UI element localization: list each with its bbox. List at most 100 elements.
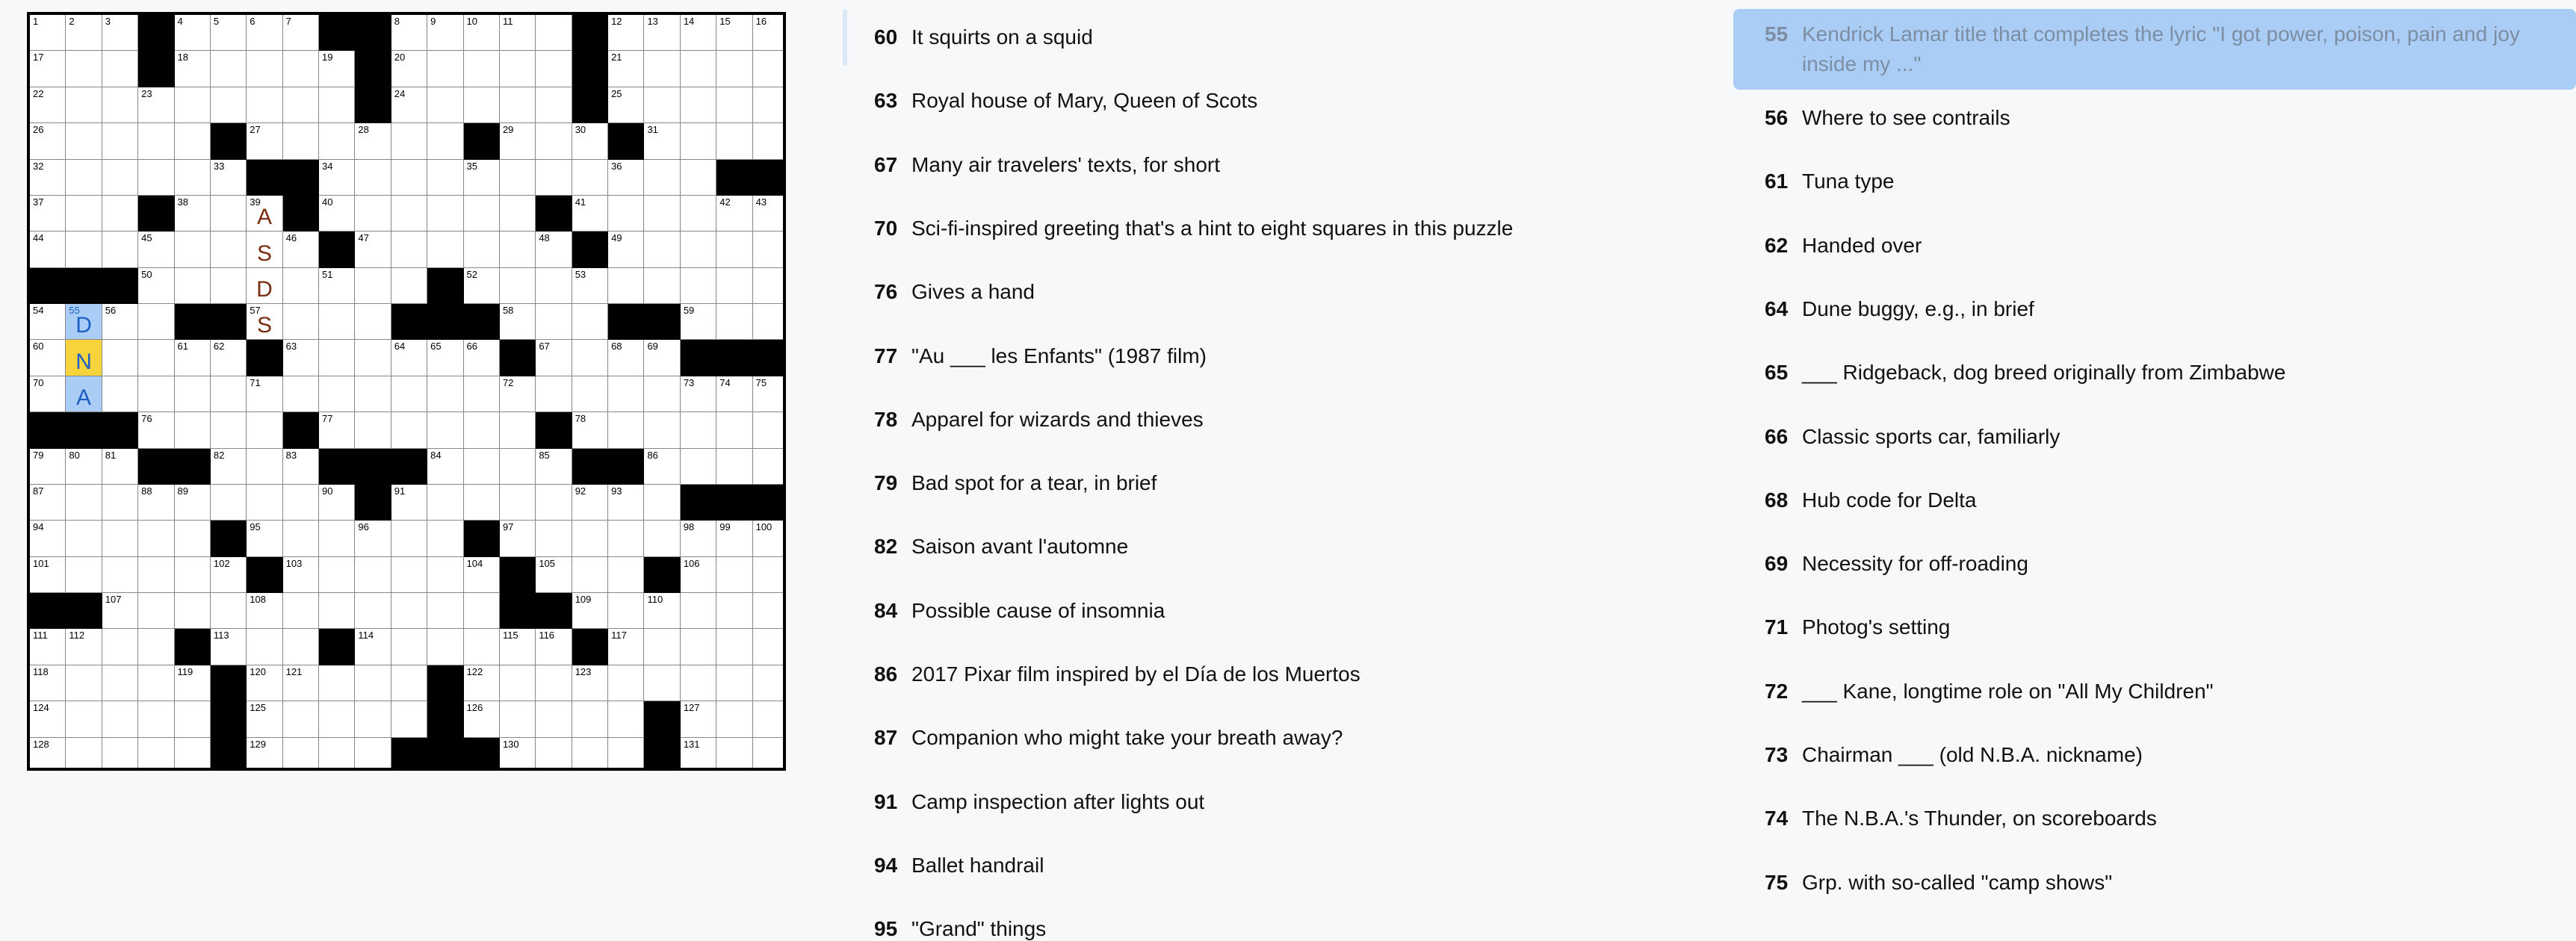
grid-cell[interactable] (427, 195, 464, 232)
clue-item[interactable]: 82 Saison avant l'automne (843, 532, 1608, 562)
grid-cell[interactable] (499, 665, 536, 702)
grid-cell[interactable] (572, 376, 609, 413)
grid-cell[interactable] (463, 376, 500, 413)
grid-cell[interactable] (716, 448, 753, 485)
grid-cell[interactable]: 81 (102, 448, 139, 485)
grid-cell[interactable] (427, 412, 464, 449)
grid-cell[interactable]: 41 (572, 195, 609, 232)
grid-cell[interactable] (247, 412, 283, 449)
clue-item[interactable]: 61 Tuna type (1733, 167, 2576, 196)
grid-cell[interactable] (680, 87, 717, 124)
grid-cell[interactable] (66, 123, 102, 160)
grid-cell[interactable] (427, 87, 464, 124)
grid-cell[interactable]: 104 (463, 556, 500, 594)
grid-cell[interactable] (427, 521, 464, 557)
clue-item[interactable]: 63 Royal house of Mary, Queen of Scots (843, 86, 1608, 116)
grid-cell[interactable]: 123 (572, 665, 609, 702)
grid-cell[interactable] (282, 521, 320, 557)
grid-cell[interactable] (355, 665, 391, 702)
grid-cell[interactable] (102, 665, 139, 702)
grid-cell[interactable]: 80 (66, 448, 102, 485)
grid-cell[interactable]: 71 (247, 376, 283, 413)
grid-cell[interactable] (174, 593, 211, 630)
grid-cell[interactable]: 29 (499, 123, 536, 160)
grid-cell[interactable]: 82 (210, 448, 247, 485)
grid-cell[interactable]: 89 (174, 484, 211, 521)
grid-cell[interactable] (427, 159, 464, 196)
grid-cell[interactable] (463, 448, 500, 485)
clue-item[interactable]: 84 Possible cause of insomnia (843, 596, 1608, 626)
grid-cell[interactable] (536, 701, 572, 738)
grid-cell[interactable] (680, 629, 717, 665)
grid-cell[interactable]: 56 (102, 304, 139, 341)
clue-item[interactable]: 77 "Au ___ les Enfants" (1987 film) (843, 341, 1608, 371)
grid-cell[interactable] (102, 484, 139, 521)
grid-cell[interactable]: 74 (716, 376, 753, 413)
grid-cell[interactable] (572, 340, 609, 376)
grid-cell[interactable] (572, 159, 609, 196)
grid-cell[interactable] (716, 556, 753, 594)
grid-cell[interactable]: 129 (247, 737, 283, 768)
grid-cell[interactable] (499, 267, 536, 305)
grid-cell[interactable]: 77 (319, 412, 356, 449)
grid-cell[interactable]: 76 (138, 412, 175, 449)
clue-item[interactable]: 71 Photog's setting (1733, 612, 2576, 642)
grid-cell[interactable]: 114 (355, 629, 391, 665)
grid-cell[interactable]: 59 (680, 304, 717, 341)
grid-cell[interactable] (355, 376, 391, 413)
grid-cell[interactable] (716, 232, 753, 268)
grid-cell[interactable]: 73 (680, 376, 717, 413)
grid-cell[interactable]: 18 (174, 51, 211, 87)
grid-cell[interactable]: 4 (174, 15, 211, 52)
across-clue-list[interactable]: 60 It squirts on a squid 63 Royal house of … (843, 9, 1608, 941)
grid-cell[interactable] (427, 376, 464, 413)
grid-cell[interactable]: 105 (536, 556, 572, 594)
grid-cell[interactable] (138, 593, 175, 630)
grid-cell[interactable]: 16 (752, 15, 783, 52)
grid-cell[interactable] (247, 87, 283, 124)
grid-cell[interactable]: 83 (282, 448, 320, 485)
grid-cell[interactable] (680, 159, 717, 196)
grid-cell[interactable]: 113 (210, 629, 247, 665)
grid-cell[interactable] (66, 51, 102, 87)
grid-cell[interactable] (536, 665, 572, 702)
grid-cell[interactable] (102, 123, 139, 160)
grid-cell[interactable] (608, 521, 645, 557)
grid-cell[interactable] (66, 484, 102, 521)
grid-cell[interactable] (391, 593, 428, 630)
grid-cell[interactable]: 30 (572, 123, 609, 160)
grid-cell[interactable]: 124 (30, 701, 66, 738)
grid-cell[interactable] (66, 159, 102, 196)
grid-cell[interactable]: 92 (572, 484, 609, 521)
grid-cell[interactable] (644, 484, 681, 521)
grid-cell[interactable]: 26 (30, 123, 66, 160)
grid-cell[interactable] (102, 521, 139, 557)
grid-cell[interactable] (572, 556, 609, 594)
grid-cell[interactable] (282, 267, 320, 305)
clue-item[interactable]: 86 2017 Pixar film inspired by el Día de … (843, 659, 1608, 689)
grid-cell[interactable] (536, 51, 572, 87)
grid-cell[interactable] (608, 593, 645, 630)
grid-cell[interactable] (427, 123, 464, 160)
grid-cell[interactable] (752, 412, 783, 449)
down-clue-list[interactable]: 55 Kendrick Lamar title that completes th… (1733, 9, 2576, 941)
grid-cell[interactable] (716, 87, 753, 124)
grid-cell[interactable]: 78 (572, 412, 609, 449)
grid-cell[interactable] (66, 701, 102, 738)
grid-cell[interactable] (752, 665, 783, 702)
grid-cell[interactable] (282, 701, 320, 738)
grid-cell[interactable]: 24 (391, 87, 428, 124)
clue-item[interactable]: 74 The N.B.A.'s Thunder, on scoreboards (1733, 804, 2576, 833)
grid-cell[interactable]: 8 (391, 15, 428, 52)
grid-cell[interactable]: 45 (138, 232, 175, 268)
grid-cell[interactable] (608, 665, 645, 702)
grid-cell[interactable] (572, 737, 609, 768)
grid-cell[interactable] (644, 267, 681, 305)
grid-cell[interactable] (102, 87, 139, 124)
grid-cell[interactable]: 96 (355, 521, 391, 557)
grid-cell[interactable] (355, 412, 391, 449)
grid-cell[interactable] (391, 267, 428, 305)
grid-cell[interactable]: 68 (608, 340, 645, 376)
grid-cell[interactable]: 111 (30, 629, 66, 665)
grid-cell[interactable]: 62 (210, 340, 247, 376)
